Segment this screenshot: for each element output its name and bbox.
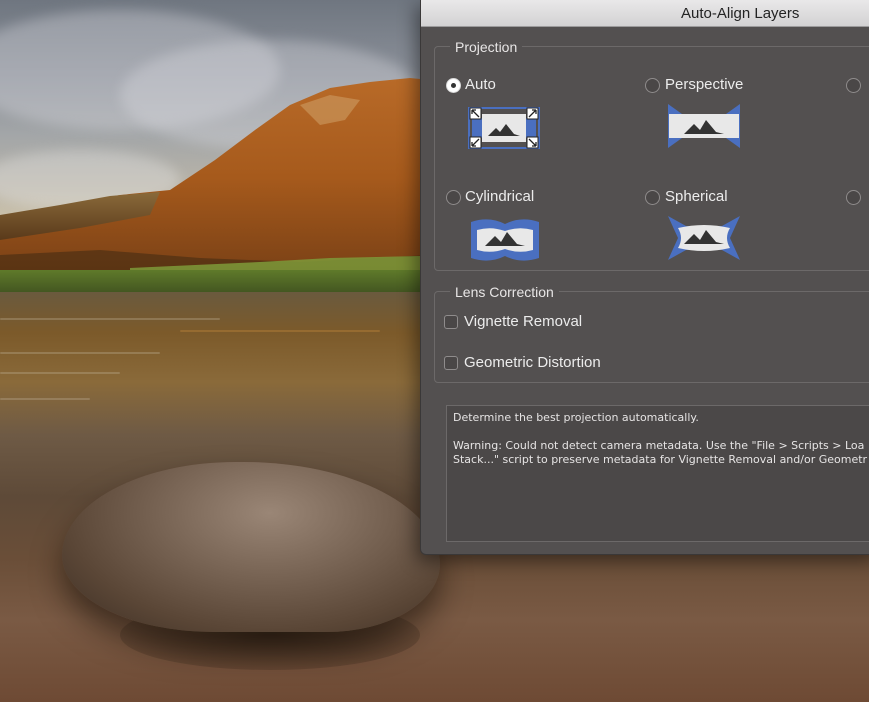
radio-perspective[interactable] bbox=[645, 78, 660, 93]
ripple bbox=[180, 330, 380, 332]
dialog-title: Auto-Align Layers bbox=[681, 5, 800, 22]
info-warning-line-2: Stack..." script to preserve metadata fo… bbox=[453, 453, 868, 466]
info-message-box: Determine the best projection automatica… bbox=[446, 405, 869, 542]
vignette-removal-label[interactable]: Vignette Removal bbox=[464, 313, 582, 330]
ripple bbox=[0, 372, 120, 374]
radio-spherical-label[interactable]: Spherical bbox=[665, 188, 728, 205]
radio-auto[interactable] bbox=[446, 78, 461, 93]
radio-perspective-label[interactable]: Perspective bbox=[665, 76, 743, 93]
geometric-distortion-checkbox[interactable] bbox=[444, 356, 458, 370]
spherical-projection-icon bbox=[668, 216, 740, 260]
projection-group-label: Projection bbox=[450, 39, 523, 55]
perspective-projection-icon bbox=[668, 104, 740, 148]
ripple bbox=[0, 352, 160, 354]
ripple bbox=[0, 398, 90, 400]
geometric-distortion-label[interactable]: Geometric Distortion bbox=[464, 354, 601, 371]
radio-reposition[interactable] bbox=[846, 190, 861, 205]
lens-correction-group-label: Lens Correction bbox=[450, 284, 559, 300]
radio-cylindrical-label[interactable]: Cylindrical bbox=[465, 188, 534, 205]
radio-spherical[interactable] bbox=[645, 190, 660, 205]
info-description: Determine the best projection automatica… bbox=[453, 411, 699, 424]
radio-cylindrical[interactable] bbox=[446, 190, 461, 205]
vignette-removal-checkbox[interactable] bbox=[444, 315, 458, 329]
cylindrical-projection-icon bbox=[471, 219, 539, 261]
radio-auto-label[interactable]: Auto bbox=[465, 76, 496, 93]
info-warning-line-1: Warning: Could not detect camera metadat… bbox=[453, 439, 865, 452]
auto-align-layers-dialog: Auto-Align Layers Projection Auto Perspe… bbox=[420, 0, 869, 555]
radio-collage[interactable] bbox=[846, 78, 861, 93]
title-bar[interactable]: Auto-Align Layers bbox=[421, 0, 869, 27]
ripple bbox=[0, 318, 220, 320]
auto-projection-icon bbox=[468, 107, 540, 149]
